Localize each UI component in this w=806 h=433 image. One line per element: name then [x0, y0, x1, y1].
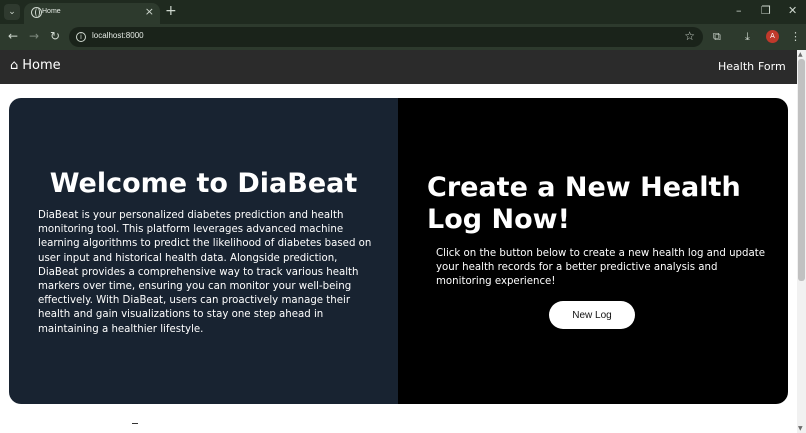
home-icon: ⌂	[10, 58, 19, 73]
close-window-icon[interactable]: ✕	[788, 4, 797, 18]
url-text[interactable]: localhost:8000	[92, 31, 144, 40]
nav-link-health[interactable]: Health	[718, 60, 754, 73]
restore-icon[interactable]: ❐	[761, 4, 771, 18]
new-log-button[interactable]: New Log	[549, 301, 635, 329]
site-navbar: ⌂ Home Health Form	[0, 50, 797, 84]
cta-panel: Create a New Health Log Now! Click on th…	[398, 98, 788, 404]
scroll-up-icon[interactable]: ▲	[798, 51, 803, 58]
globe-icon	[31, 7, 42, 18]
scroll-thumb[interactable]	[798, 59, 805, 281]
arrow-right-icon[interactable]: →	[29, 29, 39, 43]
address-bar[interactable]: i localhost:8000 ☆	[69, 27, 703, 47]
chevron-down-icon[interactable]: ⌄	[4, 4, 20, 20]
arrow-left-icon[interactable]: ←	[8, 29, 18, 43]
page-scrollbar[interactable]: ▲ ▼	[797, 50, 806, 433]
nav-link-form[interactable]: Form	[758, 60, 786, 73]
close-icon[interactable]: ×	[145, 5, 154, 18]
partial-content	[132, 423, 138, 426]
brand-link[interactable]: ⌂ Home	[10, 58, 61, 73]
hero-section: Welcome to DiaBeat DiaBeat is your perso…	[9, 98, 788, 404]
kebab-icon[interactable]: ⋮	[790, 30, 801, 44]
about-text: DiaBeat is your personalized diabetes pr…	[38, 210, 372, 335]
browser-toolbar: ← → ↻ i localhost:8000 ☆ ⧉ ⤓ A ⋮	[0, 24, 806, 50]
puzzle-icon[interactable]: ⧉	[713, 30, 721, 44]
avatar[interactable]: A	[766, 30, 779, 43]
browser-tab-strip: ⌄ Home × + – ❐ ✕	[0, 0, 806, 24]
minimize-icon[interactable]: –	[736, 4, 742, 18]
about-panel: Welcome to DiaBeat DiaBeat is your perso…	[9, 98, 398, 404]
scroll-down-icon[interactable]: ▼	[798, 425, 803, 432]
welcome-heading: Welcome to DiaBeat	[49, 168, 358, 199]
cta-description: Click on the button below to create a ne…	[436, 248, 765, 287]
page-viewport: ⌂ Home Health Form Welcome to DiaBeat Di…	[0, 50, 797, 433]
star-icon[interactable]: ☆	[684, 29, 695, 43]
tab-title: Home	[42, 8, 61, 15]
cta-heading: Create a New Health Log Now!	[427, 172, 741, 235]
download-icon[interactable]: ⤓	[745, 30, 750, 44]
reload-icon[interactable]: ↻	[50, 29, 60, 43]
browser-tab[interactable]: Home ×	[24, 3, 160, 24]
plus-icon[interactable]: +	[165, 3, 177, 19]
brand-label: Home	[22, 58, 61, 73]
info-icon[interactable]: i	[76, 32, 86, 42]
